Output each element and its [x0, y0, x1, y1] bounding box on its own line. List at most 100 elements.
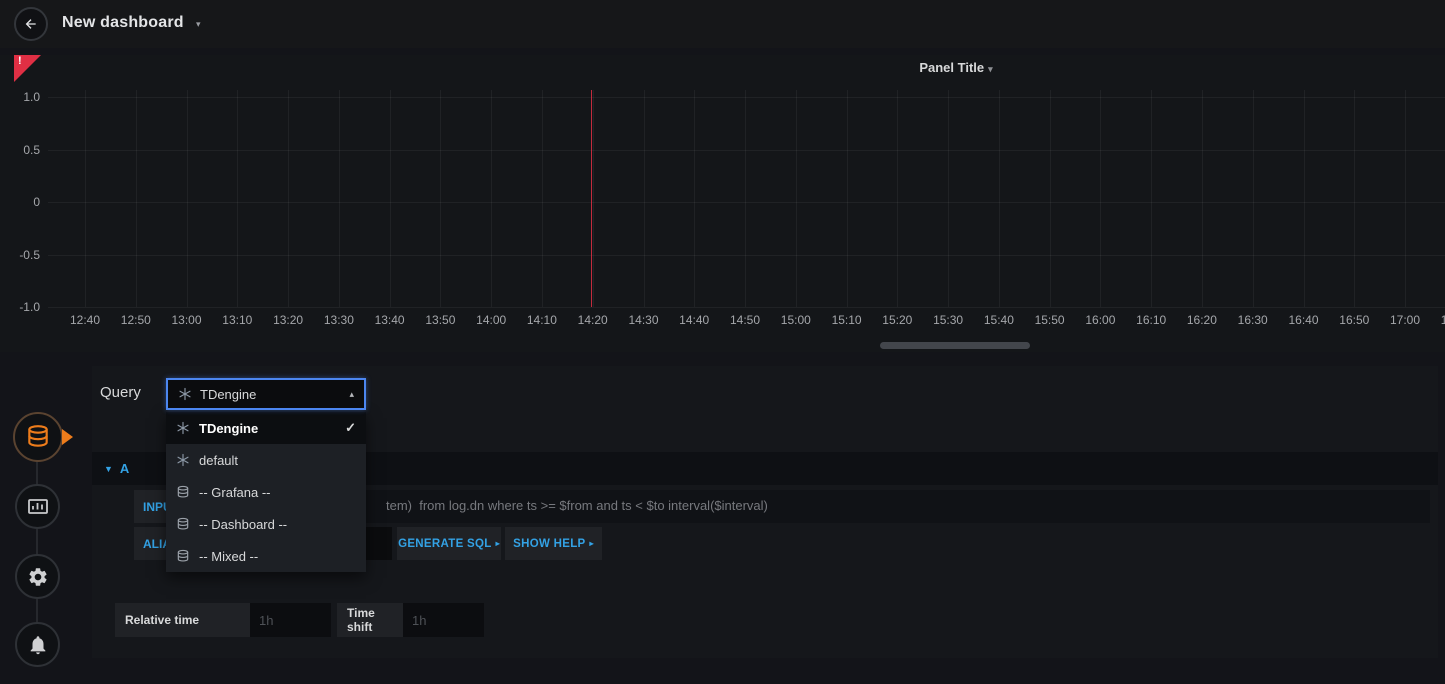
chevron-down-icon[interactable]: ▾ — [196, 19, 201, 30]
chart-plot[interactable]: 12:4012:5013:0013:1013:2013:3013:4013:50… — [0, 55, 1445, 352]
grid-line-vertical — [491, 90, 492, 307]
datasource-option-tdengine[interactable]: TDengine ✓ — [166, 412, 366, 444]
back-button[interactable] — [14, 7, 48, 41]
datasource-picker[interactable]: TDengine ▴ — [166, 378, 366, 410]
datasource-option-default[interactable]: default — [166, 444, 366, 476]
x-axis-tick-label: 13:40 — [365, 313, 415, 327]
grid-line-vertical — [85, 90, 86, 307]
x-axis-tick-label: 13:50 — [415, 313, 465, 327]
chart-icon — [26, 495, 50, 519]
x-axis-tick-label: 16:00 — [1075, 313, 1125, 327]
x-axis-tick-label: 14:30 — [619, 313, 669, 327]
x-axis-tick-label: 17:00 — [1380, 313, 1430, 327]
chevron-right-icon: ▸ — [496, 539, 500, 548]
arrow-left-icon — [23, 16, 39, 32]
grid-line-vertical — [796, 90, 797, 307]
grid-line-vertical — [288, 90, 289, 307]
datasource-selected-label: TDengine — [200, 387, 341, 402]
grid-line-horizontal — [48, 307, 1445, 308]
datasource-option-label: default — [199, 453, 356, 468]
x-axis-tick-label: 12:40 — [60, 313, 110, 327]
query-section-label: Query — [100, 384, 141, 401]
plugin-icon — [178, 387, 192, 401]
grid-line-vertical — [440, 90, 441, 307]
relative-time-input[interactable] — [250, 603, 331, 637]
panel-preview: ! Panel Title▾ 12:4012:5013:0013:1013:20… — [0, 55, 1445, 352]
horizontal-scrollbar-thumb[interactable] — [880, 342, 1030, 349]
tab-alert[interactable] — [15, 622, 60, 667]
time-shift-input[interactable] — [403, 603, 484, 637]
show-help-label: SHOW HELP — [513, 538, 585, 550]
grid-line-vertical — [1253, 90, 1254, 307]
y-axis-tick-label: 0 — [0, 195, 40, 209]
x-axis-tick-label: 13:30 — [314, 313, 364, 327]
y-axis-tick-label: 0.5 — [0, 143, 40, 157]
generate-sql-button[interactable]: GENERATE SQL▸ — [397, 527, 501, 560]
dashboard-title[interactable]: New dashboard — [62, 14, 184, 32]
x-axis-tick-label: 14:50 — [720, 313, 770, 327]
datasource-option-label: TDengine — [199, 421, 336, 436]
grid-line-vertical — [745, 90, 746, 307]
datasource-menu: TDengine ✓ default -- Grafana -- -- Dashboar… — [166, 412, 366, 572]
grid-line-vertical — [1354, 90, 1355, 307]
grid-line-vertical — [1151, 90, 1152, 307]
x-axis-tick-label: 14:00 — [466, 313, 516, 327]
y-axis-tick-label: 1.0 — [0, 90, 40, 104]
query-ref-id: A — [120, 461, 129, 476]
x-axis-tick-label: 16:30 — [1228, 313, 1278, 327]
grid-line-vertical — [1202, 90, 1203, 307]
tab-general-settings[interactable] — [15, 554, 60, 599]
x-axis-tick-label: 13:10 — [212, 313, 262, 327]
grid-line-horizontal — [48, 255, 1445, 256]
datasource-option-grafana[interactable]: -- Grafana -- — [166, 476, 366, 508]
y-axis-tick-label: -1.0 — [0, 300, 40, 314]
check-icon: ✓ — [345, 420, 356, 436]
x-axis-tick-label: 15:50 — [1025, 313, 1075, 327]
chevron-up-icon: ▴ — [349, 389, 354, 400]
datasource-option-label: -- Dashboard -- — [199, 517, 356, 532]
x-axis-tick-label: 15:00 — [771, 313, 821, 327]
x-axis-tick-label: 14:20 — [568, 313, 618, 327]
x-axis-tick-label: 16:20 — [1177, 313, 1227, 327]
grid-line-vertical — [237, 90, 238, 307]
chevron-right-icon: ▸ — [590, 539, 594, 548]
gear-icon — [27, 566, 49, 588]
datasource-option-label: -- Mixed -- — [199, 549, 356, 564]
grid-line-vertical — [999, 90, 1000, 307]
grid-line-vertical — [948, 90, 949, 307]
datasource-option-mixed[interactable]: -- Mixed -- — [166, 540, 366, 572]
error-exclamation: ! — [18, 55, 22, 67]
plugin-icon — [176, 421, 190, 435]
tab-visualization[interactable] — [15, 484, 60, 529]
x-axis-tick-label: 12:50 — [111, 313, 161, 327]
database-icon — [25, 424, 51, 450]
grid-line-vertical — [136, 90, 137, 307]
database-icon — [176, 517, 190, 531]
annotation-vline — [591, 90, 592, 307]
x-axis-tick-label: 15:30 — [923, 313, 973, 327]
grafana-panel-edit-page: New dashboard ▾ ! Panel Title▾ 12:4012:5… — [0, 0, 1445, 684]
grid-line-horizontal — [48, 97, 1445, 98]
show-help-button[interactable]: SHOW HELP ▸ — [505, 527, 602, 560]
grid-line-vertical — [187, 90, 188, 307]
datasource-option-dashboard[interactable]: -- Dashboard -- — [166, 508, 366, 540]
relative-time-label: Relative time — [115, 603, 250, 637]
grid-line-vertical — [644, 90, 645, 307]
x-axis-tick-label: 16:10 — [1126, 313, 1176, 327]
grid-line-vertical — [339, 90, 340, 307]
datasource-option-label: -- Grafana -- — [199, 485, 356, 500]
x-axis-tick-label: 13:20 — [263, 313, 313, 327]
x-axis-tick-label: 16:40 — [1279, 313, 1329, 327]
sql-input[interactable]: tem) from log.dn where ts >= $from and t… — [234, 490, 1430, 523]
x-axis-tick-label: 17:10 — [1431, 313, 1445, 327]
tab-queries[interactable] — [13, 412, 63, 462]
grid-line-horizontal — [48, 202, 1445, 203]
bell-icon — [27, 634, 49, 656]
time-shift-label: Time shift — [337, 603, 403, 637]
y-axis-tick-label: -0.5 — [0, 248, 40, 262]
x-axis-tick-label: 14:10 — [517, 313, 567, 327]
collapse-caret-icon[interactable]: ▼ — [104, 464, 113, 474]
x-axis-tick-label: 15:40 — [974, 313, 1024, 327]
x-axis-tick-label: 15:20 — [872, 313, 922, 327]
x-axis-tick-label: 14:40 — [669, 313, 719, 327]
